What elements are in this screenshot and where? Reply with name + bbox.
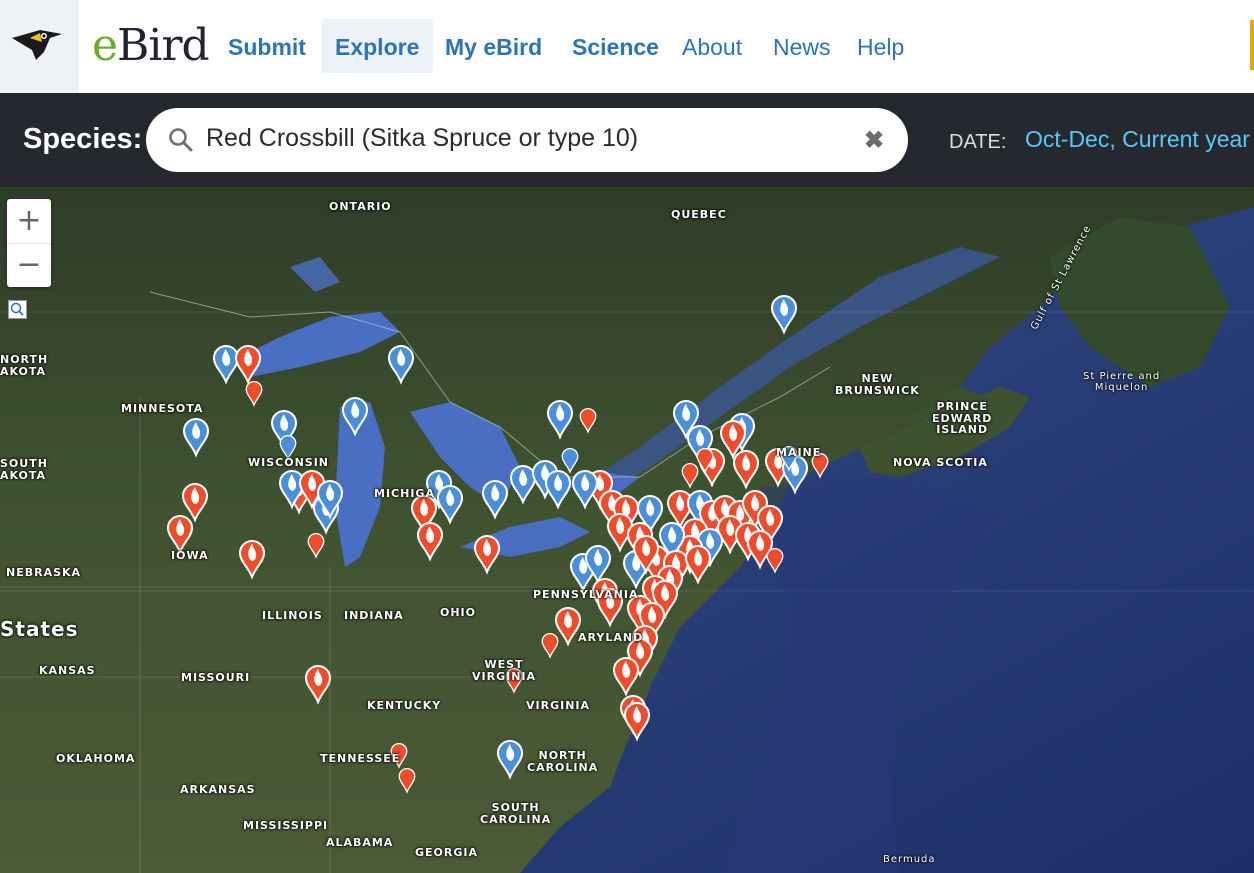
label-minnesota: MINNESOTA [121,402,204,415]
label-kentucky: KENTUCKY [367,699,442,712]
label-michigan: MICHIGA [374,487,435,500]
label-nova-scotia: NOVA SCOTIA [893,456,988,469]
label-west-virginia: WEST VIRGINIA [472,658,537,683]
label-prince-edward-island: PRINCE EDWARD ISLAND [932,400,993,437]
label-alabama: ALABAMA [326,836,394,849]
label-tennessee: TENNESSEE [320,752,401,765]
label-kansas: KANSAS [39,664,96,677]
ebird-wordmark[interactable]: eBird [92,18,210,74]
label-mississippi: MISSISSIPPI [243,819,329,832]
label-illinois: ILLINOIS [262,609,323,622]
zoom-out-button[interactable]: − [7,243,51,287]
label-quebec: QUEBEC [671,208,727,221]
map-base [0,187,1254,873]
wordmark-bird: Bird [117,20,210,71]
zoom-in-button[interactable]: + [7,199,51,243]
species-search-value: Red Crossbill (Sitka Spruce or type 10) [206,124,639,152]
signin-button-edge[interactable] [1250,20,1254,70]
label-arkansas: ARKANSAS [180,783,256,796]
date-label: DATE: [949,131,1007,153]
species-label: Species: [23,123,143,155]
species-map[interactable]: ONTARIO QUEBEC Gulf of St Lawrence NORTH… [0,187,1254,873]
label-ohio: OHIO [440,606,477,619]
nav-explore[interactable]: Explore [321,19,434,73]
label-indiana: INDIANA [344,609,404,622]
wordmark-e: e [92,20,118,71]
label-south-dakota: SOUTH AKOTA [0,457,48,482]
nav-news[interactable]: News [773,19,831,73]
species-search-input[interactable]: Red Crossbill (Sitka Spruce or type 10) … [146,108,908,172]
label-new-brunswick: NEW BRUNSWICK [835,372,920,397]
label-missouri: MISSOURI [181,671,251,684]
date-range-link[interactable]: Oct-Dec, Current year [1025,126,1250,153]
label-st-pierre-miquelon: St Pierre and Miquelon [1083,371,1161,393]
nav-submit[interactable]: Submit [228,19,306,73]
label-north-carolina: NORTH CAROLINA [527,749,599,774]
zoom-controls: + − [7,199,51,287]
bird-logo-icon [12,30,62,60]
label-ontario: ONTARIO [329,200,392,213]
ebird-logo-mark[interactable] [0,0,79,93]
label-north-dakota: NORTH AKOTA [0,353,49,378]
label-bermuda: Bermuda [883,854,936,865]
nav-help[interactable]: Help [857,19,904,73]
label-maine: MAINE [776,446,822,459]
label-iowa: IOWA [171,549,209,562]
label-wisconsin: WISCONSIN [248,456,329,469]
zoom-to-area-icon[interactable] [8,300,27,319]
label-maryland: ARYLAND [578,631,644,644]
nav-science[interactable]: Science [572,19,659,73]
label-united-states: States [0,617,79,641]
search-icon [169,128,193,152]
clear-icon[interactable]: ✖ [864,126,884,155]
label-virginia: VIRGINIA [526,699,591,712]
filter-bar: Species: Red Crossbill (Sitka Spruce or … [0,93,1254,187]
label-georgia: GEORGIA [415,846,478,859]
top-navigation: eBird Submit Explore My eBird Science Ab… [0,0,1254,93]
label-south-carolina: SOUTH CAROLINA [480,801,552,826]
label-nebraska: NEBRASKA [6,566,82,579]
label-pennsylvania: PENNSYLVANIA [533,588,639,601]
nav-about[interactable]: About [682,19,742,73]
label-oklahoma: OKLAHOMA [56,752,136,765]
nav-my-ebird[interactable]: My eBird [445,19,542,73]
